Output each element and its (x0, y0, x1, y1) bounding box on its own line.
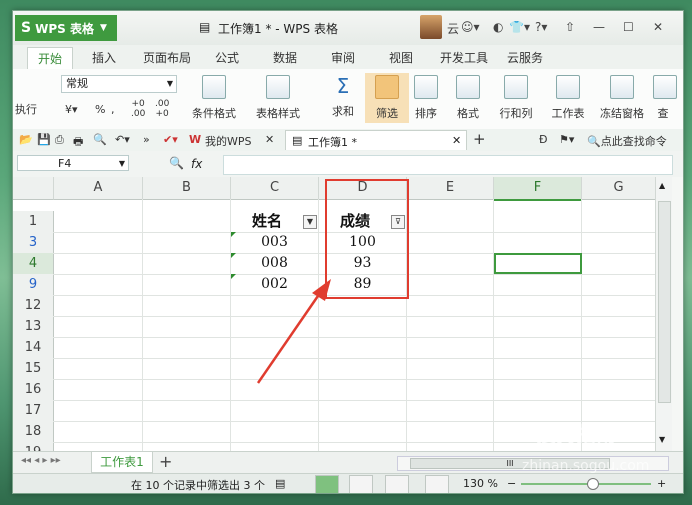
zoom-out-icon[interactable]: − (507, 477, 516, 490)
normal-view-button[interactable] (315, 475, 339, 493)
reading-view-button[interactable] (425, 475, 449, 493)
add-sheet-button[interactable]: + (159, 452, 172, 471)
vertical-scrollbar[interactable]: ▲ ▼ (655, 177, 672, 451)
page-layout-view-button[interactable] (385, 475, 409, 493)
scroll-up-icon[interactable]: ▲ (659, 181, 665, 190)
sheet-tab-active[interactable]: 工作表1 (91, 452, 153, 473)
zoom-slider[interactable] (521, 483, 651, 485)
watermark-url: zhinan.sogou.com (522, 458, 650, 474)
filter-status-text: 在 10 个记录中筛选出 3 个 (131, 479, 265, 492)
zoom-slider-knob[interactable] (587, 478, 599, 490)
vertical-scroll-thumb[interactable] (658, 201, 671, 403)
zoom-level[interactable]: 130 % (463, 477, 498, 490)
scroll-down-icon[interactable]: ▼ (659, 435, 665, 444)
page-break-view-button[interactable] (349, 475, 373, 493)
watermark-brand: 搜狗指南 (536, 422, 616, 446)
zoom-in-icon[interactable]: + (657, 477, 666, 490)
status-bar: 在 10 个记录中筛选出 3 个 ▤ 130 % − + (13, 473, 683, 493)
sheet-nav-icons[interactable]: ◂◂ ◂ ▸ ▸▸ (21, 455, 61, 466)
status-sheet-icon[interactable]: ▤ (275, 477, 285, 490)
